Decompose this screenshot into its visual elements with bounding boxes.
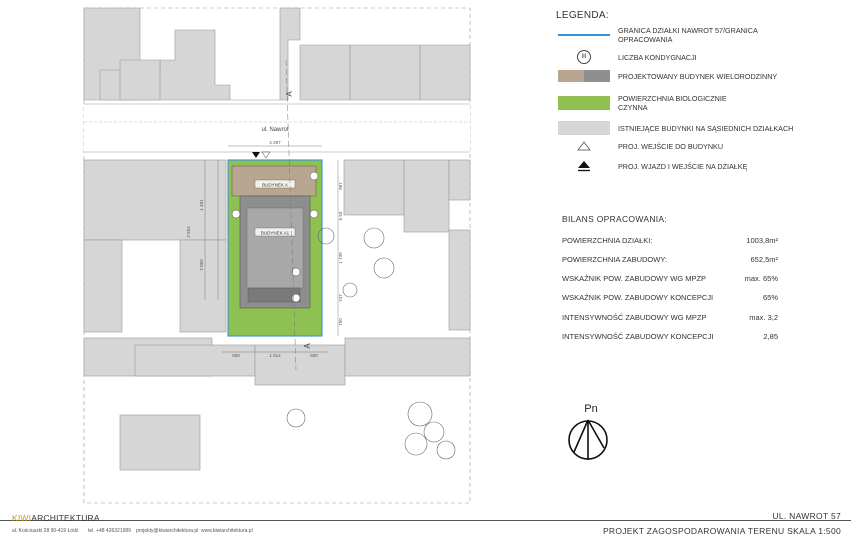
boundary-line-icon	[556, 34, 612, 36]
legend-item-proposed: PROJEKTOWANY BUDYNEK WIELORODZINNY	[556, 70, 777, 82]
dim-left-c: 2 069	[199, 259, 204, 271]
existing-building-swatch	[556, 121, 612, 135]
section-marker-top: A	[285, 91, 294, 97]
dim-left-a: 1 481	[199, 199, 204, 211]
proposed-building-swatch	[556, 70, 612, 82]
legend-item-plot-entrance: PROJ. WJAZD I WEJŚCIE NA DZIAŁKĘ	[556, 160, 747, 172]
footer-phone: tel. +48 426321989	[88, 528, 131, 534]
dim-bottom-right: 600	[310, 353, 318, 358]
dim-bottom-left: 600	[232, 353, 240, 358]
street-label: ul. Nawrot	[261, 127, 288, 133]
bilans-title: BILANS OPRACOWANIA:	[562, 214, 668, 224]
street-title: UL. NAWROT 57	[772, 511, 841, 521]
dim-right-d: 747	[338, 294, 343, 302]
footer-address: al. Kościuszki 28 90-419 Łódź	[12, 528, 79, 534]
bilans-row: INTENSYWNOŚĆ ZABUDOWY KONCEPCJI 2,85	[562, 332, 778, 341]
dim-bottom-mid: 1 512	[269, 353, 281, 358]
legend-item-floors: III LICZBA KONDYGNACJI	[556, 50, 697, 64]
dim-right-b: 5 53	[338, 211, 343, 220]
existing-buildings-north	[83, 7, 471, 101]
north-label: Pn	[584, 403, 597, 415]
green-area-swatch	[556, 96, 612, 110]
brand-logo: KIWIARCHITEKTURA	[12, 513, 100, 523]
dim-right-c: 1 739	[338, 252, 343, 264]
legend-item-building-entrance: PROJ. WEJŚCIE DO BUDYNKU	[556, 141, 723, 151]
existing-buildings-west	[83, 159, 227, 333]
building-a-label: BUDYNEK A	[262, 183, 288, 188]
project-title: PROJEKT ZAGOSPODAROWANIA TERENU SKALA 1:…	[602, 526, 841, 536]
dim-right-e: 750	[338, 318, 343, 326]
bilans-row: POWIERZCHNIA DZIAŁKI: 1003,8m²	[562, 236, 778, 245]
bilans-row: INTENSYWNOŚĆ ZABUDOWY WG MPZP max. 3,2	[562, 313, 778, 322]
building-entrance-icon	[556, 141, 612, 151]
existing-buildings-east	[343, 159, 471, 331]
dim-width-top: 2 297	[269, 140, 281, 145]
footer-rule	[0, 520, 851, 521]
section-marker-bottom: A	[303, 343, 312, 349]
bilans-row: WSKAŹNIK POW. ZABUDOWY KONCEPCJI 65%	[562, 293, 778, 302]
dim-right-a: 867	[338, 182, 343, 190]
bilans-row: WSKAŹNIK POW. ZABUDOWY WG MPZP max. 65%	[562, 274, 778, 283]
dim-left-b: 3 553	[186, 226, 191, 238]
footer-email: projekty@kiwiarchitektura.pl	[136, 528, 199, 534]
floor-count-icon: III	[556, 50, 612, 64]
plot-entrance-icon	[556, 160, 612, 172]
building-a1-label: BUDYNEK A1	[261, 231, 290, 236]
north-arrow	[568, 419, 608, 460]
plot-entrance-marker	[252, 152, 260, 158]
legend-item-boundary: GRANICA DZIAŁKI NAWROT 57/GRANICA OPRACO…	[556, 26, 778, 44]
bilans-row: POWIERZCHNIA ZABUDOWY: 652,5m²	[562, 255, 778, 264]
legend-item-green: POWIERZCHNIA BIOLOGICZNIE CZYNNA	[556, 94, 728, 112]
footer-web: www.kiwiarchitektura.pl	[201, 528, 253, 534]
building-entrance-marker	[261, 151, 271, 159]
legend-title: LEGENDA:	[556, 10, 609, 21]
legend-item-existing: ISTNIEJĄCE BUDYNKI NA SĄSIEDNICH DZIAŁKA…	[556, 121, 793, 135]
